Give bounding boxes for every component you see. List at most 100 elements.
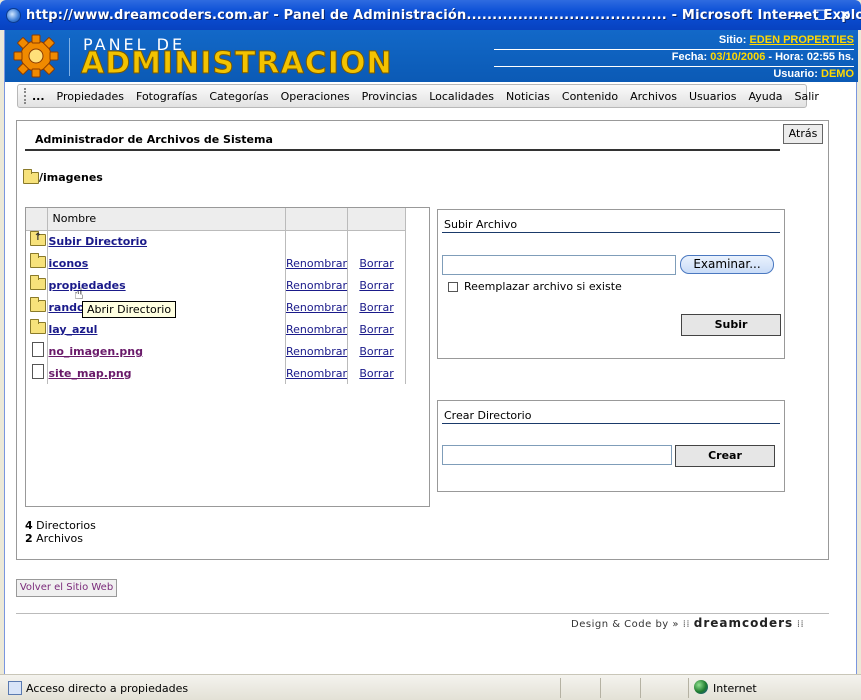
file-icon[interactable]	[31, 364, 44, 379]
rename-link[interactable]: Renombrar	[286, 345, 347, 358]
folder-icon[interactable]	[29, 274, 46, 290]
status-text: Acceso directo a propiedades	[26, 682, 189, 695]
table-row: lay_azul Renombrar Borrar	[26, 318, 406, 340]
table-row: site_map.png Renombrar Borrar	[26, 362, 406, 384]
upload-file-input[interactable]	[442, 255, 676, 275]
delete-link[interactable]: Borrar	[359, 257, 393, 270]
page-title: Administrador de Archivos de Sistema	[35, 133, 273, 146]
delete-link[interactable]: Borrar	[359, 301, 393, 314]
delete-link[interactable]: Borrar	[359, 279, 393, 292]
delete-link[interactable]: Borrar	[359, 345, 393, 358]
rename-link[interactable]: Renombrar	[286, 301, 347, 314]
item-counts: 4 Directorios 2 Archivos	[25, 519, 96, 545]
dots-icon: ⁞⁞	[796, 619, 805, 630]
info-divider	[494, 49, 854, 50]
menu-item-usuarios[interactable]: Usuarios	[683, 90, 743, 103]
menu-item-localidades[interactable]: Localidades	[423, 90, 500, 103]
menu-item-contenido[interactable]: Contenido	[556, 90, 624, 103]
date-label: Fecha:	[671, 51, 708, 63]
browser-viewport: PANEL DE ADMINISTRACION Sitio: EDEN PROP…	[4, 30, 858, 674]
status-separator	[560, 678, 561, 698]
header-name: Nombre	[47, 208, 286, 231]
user-label: Usuario:	[773, 68, 818, 80]
menu-item-operaciones[interactable]: Operaciones	[275, 90, 356, 103]
header-rename-col	[285, 208, 349, 231]
folder-link[interactable]: propiedades	[48, 279, 125, 292]
status-bar: Acceso directo a propiedades Internet	[0, 674, 861, 700]
rename-link[interactable]: Renombrar	[286, 279, 347, 292]
menu-item-fotografias[interactable]: Fotografías	[130, 90, 203, 103]
table-row: no_imagen.png Renombrar Borrar	[26, 340, 406, 362]
logo-title: ADMINISTRACION	[81, 46, 393, 82]
menu-item-categorias[interactable]: Categorías	[203, 90, 274, 103]
gear-logo-icon	[13, 34, 59, 78]
current-path: /imagenes	[23, 168, 103, 184]
folder-icon[interactable]	[29, 296, 46, 312]
menu-item-ayuda[interactable]: Ayuda	[743, 90, 789, 103]
menu-item-salir[interactable]: Salir	[788, 90, 824, 103]
status-separator	[640, 678, 641, 698]
open-folder-icon	[23, 168, 39, 184]
file-icon[interactable]	[31, 342, 44, 357]
security-zone: Internet	[713, 682, 757, 695]
header-delete-col	[347, 208, 406, 231]
delete-link[interactable]: Borrar	[359, 367, 393, 380]
title-divider	[25, 149, 780, 151]
file-link[interactable]: no_imagen.png	[48, 345, 142, 358]
header-icon-col	[26, 208, 49, 231]
maximize-button[interactable]: ☐	[810, 6, 830, 26]
internet-explorer-icon	[6, 8, 21, 23]
header-banner: PANEL DE ADMINISTRACION Sitio: EDEN PROP…	[5, 30, 858, 82]
close-button[interactable]: ✕	[835, 6, 855, 26]
menu-item-propiedades[interactable]: Propiedades	[51, 90, 130, 103]
create-dir-button[interactable]: Crear	[675, 445, 775, 467]
folder-icon[interactable]	[29, 252, 46, 268]
directory-name-input[interactable]	[442, 445, 672, 465]
page-icon	[8, 681, 22, 695]
file-manager-panel: Administrador de Archivos de Sistema Atr…	[16, 120, 829, 560]
minimize-button[interactable]: —	[787, 6, 807, 26]
logo-divider	[69, 38, 70, 76]
folder-link[interactable]: iconos	[48, 257, 88, 270]
rename-link[interactable]: Renombrar	[286, 257, 347, 270]
status-separator	[688, 678, 689, 698]
time-value: 02:55 hs.	[806, 51, 854, 63]
credit-prefix: Design & Code by »	[571, 619, 680, 630]
create-dir-title: Crear Directorio	[444, 409, 532, 422]
menu-more[interactable]: ...	[26, 90, 51, 103]
user-value: DEMO	[821, 68, 854, 80]
dots-icon: ⁞⁞	[682, 619, 691, 630]
date-info: Fecha: 03/10/2006 - Hora: 02:55 hs.	[494, 51, 854, 63]
menu-item-provincias[interactable]: Provincias	[356, 90, 424, 103]
delete-link[interactable]: Borrar	[359, 323, 393, 336]
replace-checkbox[interactable]	[448, 282, 458, 292]
menu-item-archivos[interactable]: Archivos	[624, 90, 683, 103]
site-label: Sitio:	[718, 34, 747, 46]
upload-submit-button[interactable]: Subir	[681, 314, 781, 336]
back-to-site-button[interactable]: Volver el Sitio Web	[16, 579, 117, 597]
browse-button[interactable]: Examinar...	[680, 255, 774, 274]
window-title-bar[interactable]: http://www.dreamcoders.com.ar - Panel de…	[0, 0, 861, 30]
folder-icon[interactable]	[29, 318, 46, 334]
rename-link[interactable]: Renombrar	[286, 323, 347, 336]
create-dir-divider	[442, 423, 780, 424]
path-text: /imagenes	[39, 171, 103, 184]
back-button[interactable]: Atrás	[783, 124, 823, 144]
folder-link[interactable]: lay_azul	[48, 323, 97, 336]
rename-link[interactable]: Renombrar	[286, 367, 347, 380]
file-link[interactable]: site_map.png	[48, 367, 131, 380]
menu-item-noticias[interactable]: Noticias	[500, 90, 556, 103]
window-title: http://www.dreamcoders.com.ar - Panel de…	[26, 8, 861, 23]
footer-credit: Design & Code by » ⁞⁞ dreamcoders ⁞⁞	[571, 616, 804, 630]
dir-count-label: Directorios	[36, 519, 96, 532]
footer-divider	[16, 613, 829, 614]
site-link[interactable]: EDEN PROPERTIES	[749, 34, 854, 46]
tooltip: Abrir Directorio	[82, 301, 177, 318]
credit-brand[interactable]: dreamcoders	[694, 616, 793, 630]
main-menu: ... Propiedades Fotografías Categorías O…	[17, 84, 819, 108]
file-list: Nombre Subir Directorio iconos Renombrar…	[25, 207, 430, 507]
folder-up-icon[interactable]	[29, 230, 46, 246]
up-directory-link[interactable]: Subir Directorio	[48, 235, 147, 248]
replace-label: Reemplazar archivo si existe	[464, 280, 622, 293]
file-count: 2	[25, 532, 33, 545]
